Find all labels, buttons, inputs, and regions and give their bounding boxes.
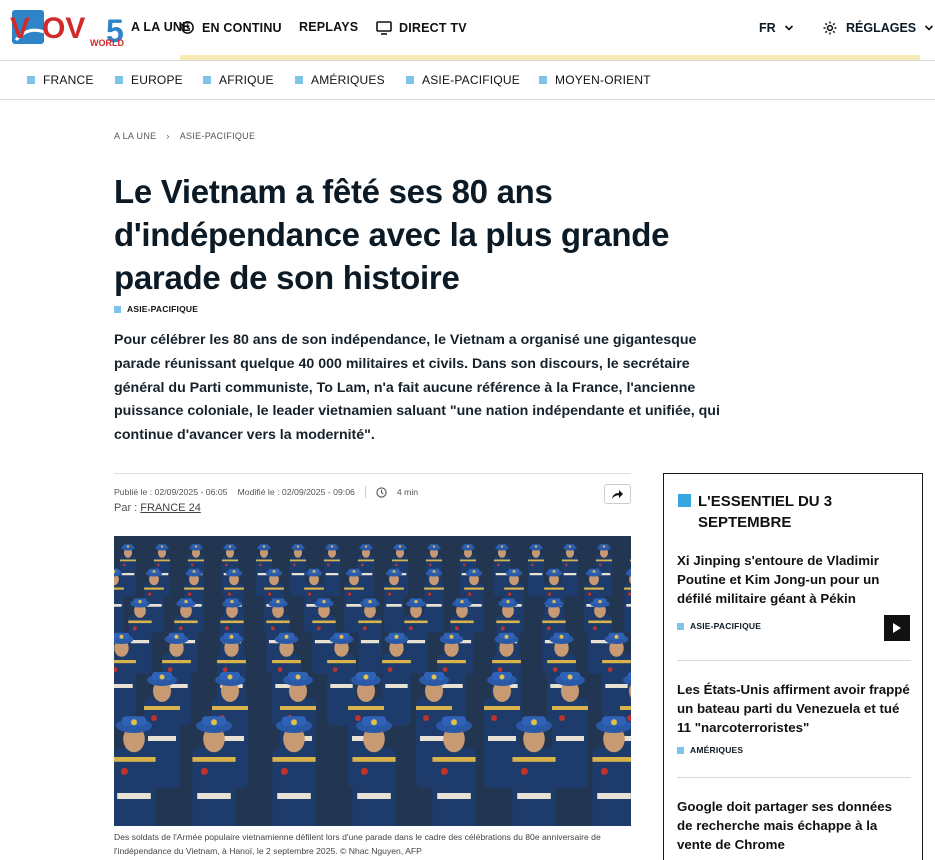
language-select[interactable]: FR: [759, 21, 794, 35]
tv-icon: [376, 21, 392, 35]
share-icon: [612, 489, 623, 499]
nav-direct-tv-label: DIRECT TV: [399, 20, 467, 35]
gear-icon: [823, 21, 837, 35]
sidebar-item-title[interactable]: Les États-Unis affirment avoir frappé un…: [677, 680, 911, 737]
sidebar-item[interactable]: Google doit partager ses données de rech…: [677, 797, 911, 854]
chevron-down-icon: [925, 25, 934, 31]
section-marker: [539, 76, 547, 84]
photo-caption: Des soldats de l'Armée populaire vietnam…: [114, 832, 601, 856]
tag-marker: [114, 305, 121, 313]
article-title: Le Vietnam a fêté ses 80 ans d'indépenda…: [114, 173, 670, 296]
tag-marker: [677, 746, 684, 754]
sidebar-item-tag[interactable]: AMÉRIQUES: [677, 745, 911, 755]
section-marker: [115, 76, 123, 84]
divider: [677, 777, 911, 778]
nav-en-continu-label: EN CONTINU: [202, 20, 282, 35]
language-value: FR: [759, 21, 776, 35]
breadcrumb-section[interactable]: ASIE-PACIFIQUE: [180, 131, 256, 141]
chevron-right-icon: ›: [166, 131, 170, 141]
divider: [677, 660, 911, 661]
sidebar-item[interactable]: Xi Jinping s'entoure de Vladimir Poutine…: [677, 551, 911, 631]
section-ameriques[interactable]: AMÉRIQUES: [295, 73, 385, 87]
play-icon: [893, 623, 901, 633]
breadcrumb-home[interactable]: A LA UNE: [114, 131, 156, 141]
read-time: 4 min: [396, 487, 419, 497]
section-afrique[interactable]: AFRIQUE: [203, 73, 274, 87]
divider: [114, 473, 631, 474]
svg-text:OV: OV: [42, 12, 85, 45]
section-marker: [203, 76, 211, 84]
divider: [364, 486, 366, 498]
section-europe[interactable]: EUROPE: [115, 73, 183, 87]
article-photo[interactable]: [114, 536, 631, 826]
section-moyen-orient[interactable]: MOYEN-ORIENT: [539, 73, 651, 87]
svg-text:WORLD: WORLD: [90, 38, 124, 48]
sidebar-item[interactable]: Les États-Unis affirment avoir frappé un…: [677, 680, 911, 755]
play-video-button[interactable]: [884, 615, 910, 641]
clock-icon: [376, 486, 387, 498]
article-tag[interactable]: ASIE-PACIFIQUE: [114, 304, 198, 314]
parade-soldiers-image: [114, 536, 631, 826]
svg-text:V: V: [10, 12, 30, 45]
settings-label: RÉGLAGES: [846, 21, 917, 35]
sidebar-item-tag-label: ASIE-PACIFIQUE: [690, 621, 762, 631]
sidebar-item-title[interactable]: Google doit partager ses données de rech…: [677, 797, 911, 854]
sidebar-heading-label: L'ESSENTIEL DU 3 SEPTEMBRE: [698, 493, 833, 531]
section-label: FRANCE: [43, 73, 94, 87]
section-label: MOYEN-ORIENT: [555, 73, 651, 87]
sidebar-heading: L'ESSENTIEL DU 3 SEPTEMBRE: [678, 491, 908, 533]
article-lede: Pour célébrer les 80 ans de son indépend…: [114, 332, 720, 444]
section-asie-pacifique[interactable]: ASIE-PACIFIQUE: [406, 73, 520, 87]
section-france[interactable]: FRANCE: [27, 73, 94, 87]
breadcrumb: A LA UNE › ASIE-PACIFIQUE: [114, 131, 255, 141]
section-label: ASIE-PACIFIQUE: [422, 73, 520, 87]
chevron-down-icon: [784, 25, 793, 31]
share-button[interactable]: [604, 484, 631, 504]
section-nav: FRANCE EUROPE AFRIQUE AMÉRIQUES ASIE-PAC…: [0, 60, 935, 100]
article-meta: Publié le : 02/09/2025 - 06:05 Modifié l…: [114, 486, 418, 498]
nav-replays[interactable]: REPLAYS: [299, 20, 358, 34]
history-icon: [180, 21, 194, 34]
section-marker: [406, 76, 414, 84]
nav-en-continu[interactable]: EN CONTINU: [180, 20, 282, 35]
sidebar-item-tag[interactable]: ASIE-PACIFIQUE: [677, 621, 911, 631]
section-marker: [27, 76, 35, 84]
settings-button[interactable]: RÉGLAGES: [822, 20, 934, 36]
nav-replays-label: REPLAYS: [299, 20, 359, 34]
section-label: AMÉRIQUES: [311, 73, 385, 87]
published-date: Publié le : 02/09/2025 - 06:05: [114, 487, 228, 497]
byline: Par : FRANCE 24: [114, 502, 201, 514]
byline-label: Par :: [114, 502, 138, 514]
sidebar-item-title[interactable]: Xi Jinping s'entoure de Vladimir Poutine…: [677, 551, 911, 608]
tag-marker: [677, 622, 684, 630]
logo[interactable]: V OV 5 WORLD: [8, 6, 126, 52]
nav-direct-tv[interactable]: DIRECT TV: [376, 20, 467, 35]
section-marker: [295, 76, 303, 84]
section-label: AFRIQUE: [219, 73, 274, 87]
modified-date: Modifié le : 02/09/2025 - 09:06: [237, 487, 355, 497]
heading-marker: [678, 494, 691, 507]
author-link[interactable]: FRANCE 24: [140, 502, 201, 514]
section-label: EUROPE: [131, 73, 183, 87]
top-bar: V OV 5 WORLD A LA UNE EN CONTINU REPLAYS…: [0, 0, 935, 60]
sidebar-item-tag-label: AMÉRIQUES: [690, 745, 744, 755]
sidebar-essentiel: L'ESSENTIEL DU 3 SEPTEMBRE Xi Jinping s'…: [663, 473, 923, 860]
article-tag-label: ASIE-PACIFIQUE: [127, 304, 199, 314]
